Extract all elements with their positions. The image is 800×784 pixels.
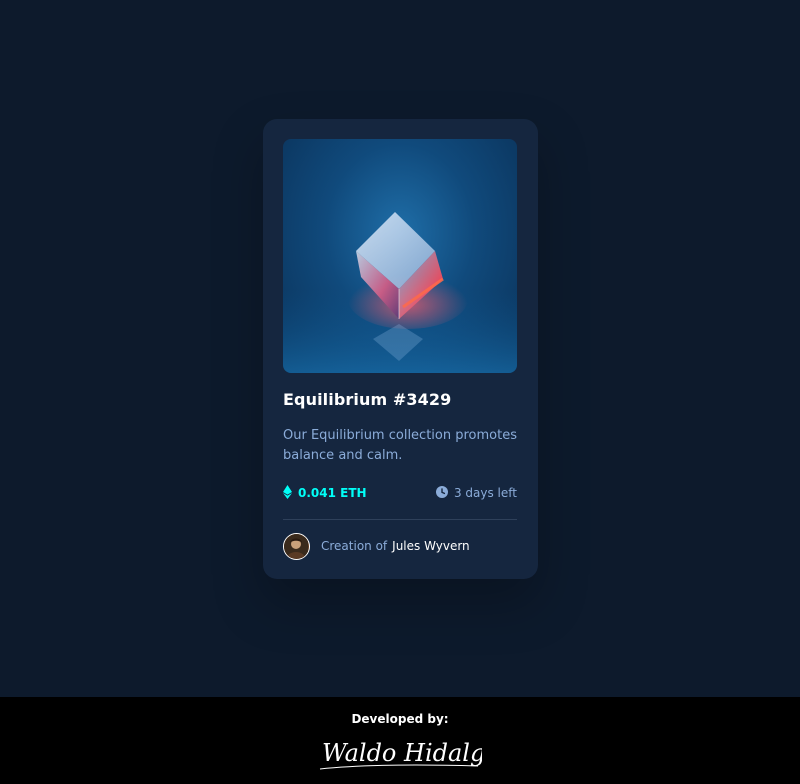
developer-signature: Waldo Hidalgo — [318, 729, 500, 777]
card-divider — [283, 519, 517, 520]
price-value: 0.041 ETH — [298, 486, 367, 500]
nft-card: Equilibrium #3429 Our Equilibrium collec… — [263, 119, 538, 579]
nft-artwork-image[interactable] — [283, 139, 517, 373]
creator-name-link[interactable]: Jules Wyvern — [392, 539, 470, 553]
developed-by-label: Developed by: — [351, 712, 449, 726]
signature-text: Waldo Hidalgo — [322, 739, 482, 767]
clock-icon — [435, 485, 448, 501]
page-background: Equilibrium #3429 Our Equilibrium collec… — [0, 0, 800, 697]
time-group: 3 days left — [435, 485, 517, 501]
creator-avatar — [283, 532, 310, 560]
cube-illustration — [283, 212, 517, 373]
footer: Developed by: Waldo Hidalgo — [0, 697, 800, 784]
creator-prefix-label: Creation of — [321, 539, 388, 553]
price-group: 0.041 ETH — [283, 484, 367, 502]
nft-description: Our Equilibrium collection promotes bala… — [283, 428, 517, 463]
ethereum-icon — [283, 484, 292, 502]
nft-title[interactable]: Equilibrium #3429 — [283, 390, 451, 409]
nft-meta-row: 0.041 ETH 3 days left — [283, 484, 517, 502]
creator-row: Creation of Jules Wyvern — [283, 532, 470, 560]
time-left-value: 3 days left — [453, 486, 517, 500]
